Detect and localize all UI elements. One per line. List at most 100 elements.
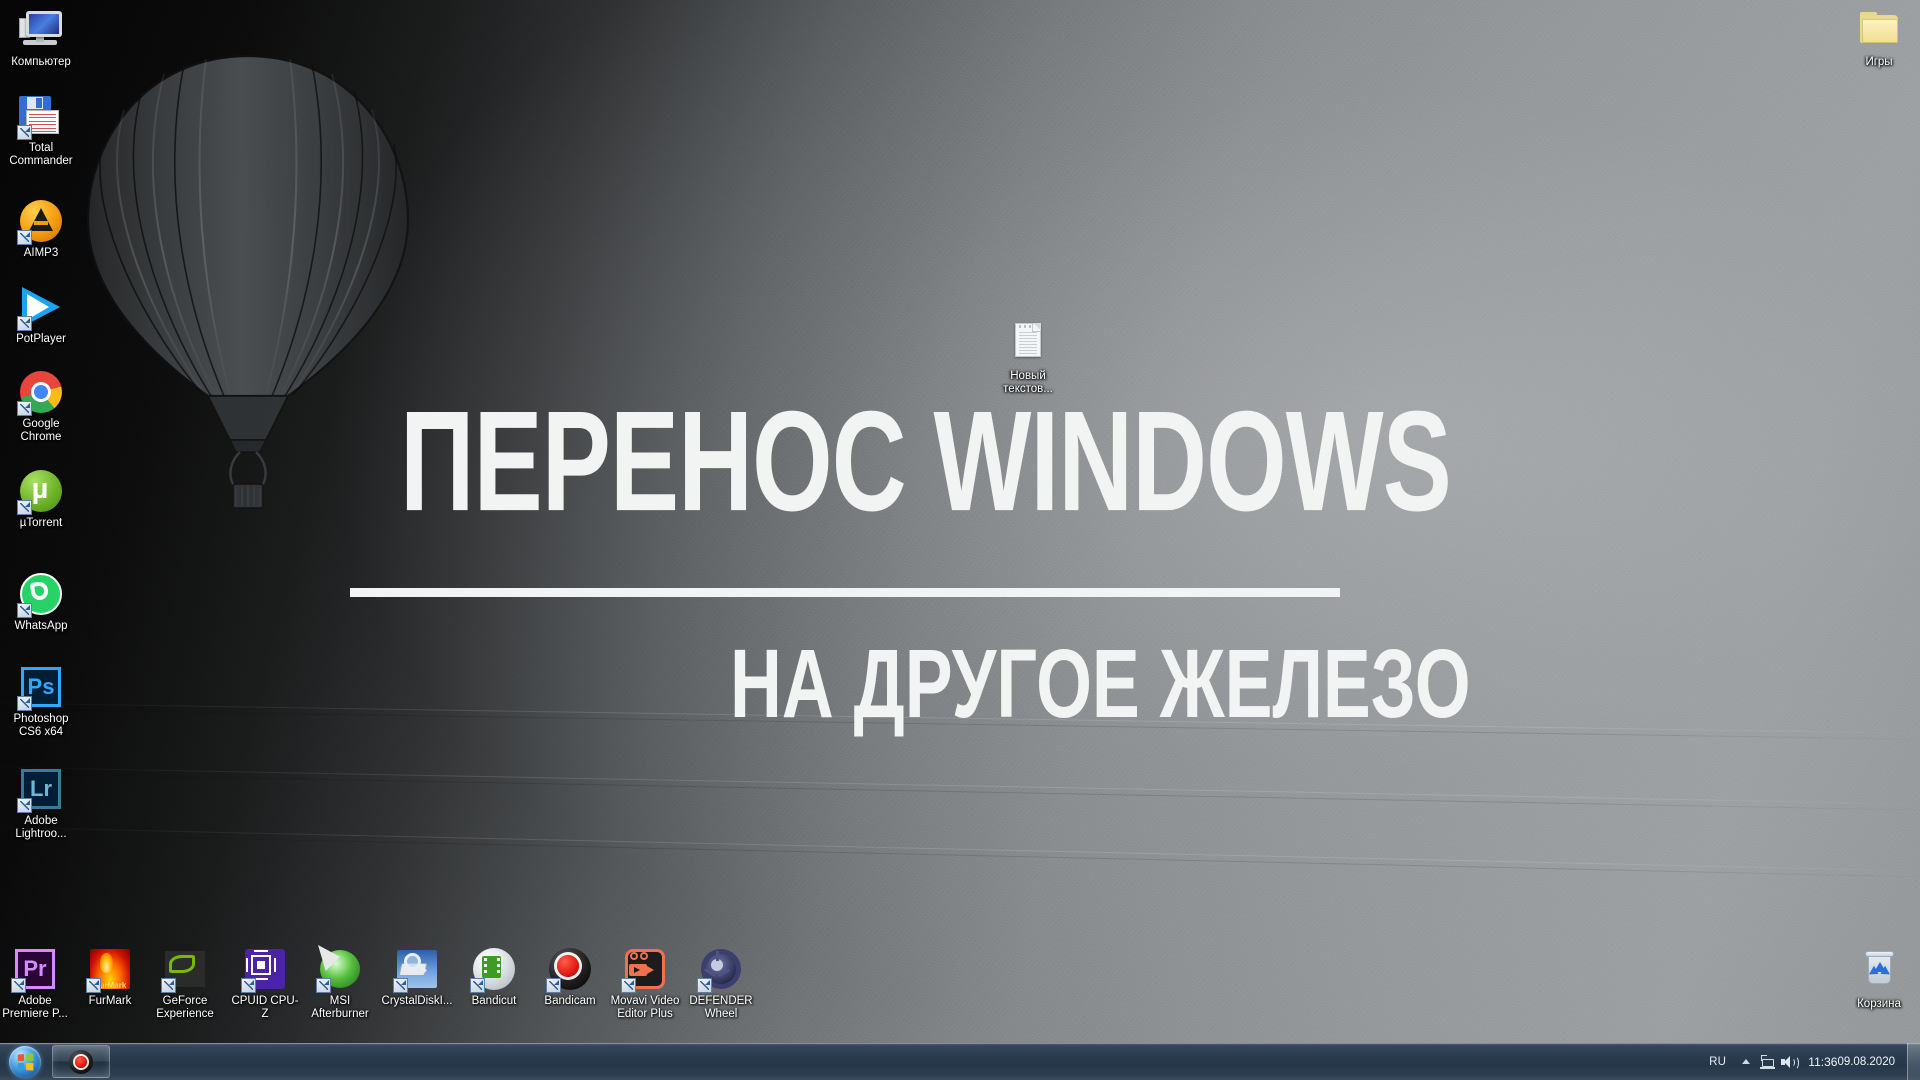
desktop-icon-label: Корзина <box>1857 998 1901 1010</box>
folder-icon <box>1855 6 1903 54</box>
show-desktop-button[interactable] <box>1907 1043 1920 1080</box>
desktop-icon-label: Bandicam <box>544 995 596 1007</box>
shortcut-arrow-icon <box>697 978 712 993</box>
desktop-icon-movavi[interactable]: Movavi Video Editor Plus <box>608 945 682 1020</box>
aimp3-icon <box>17 197 65 245</box>
bandicam-icon <box>546 945 594 993</box>
utorrent-icon: µ <box>17 467 65 515</box>
taskbar[interactable]: RU 11:36 09.08.2020 <box>0 1043 1920 1080</box>
desktop-icon-label: PotPlayer <box>16 333 66 345</box>
language-indicator[interactable]: RU <box>1699 1056 1736 1068</box>
desktop-icon-label: FurMark <box>88 995 132 1007</box>
clock[interactable]: 11:36 09.08.2020 <box>1800 1055 1907 1069</box>
potplayer-icon <box>17 283 65 331</box>
show-hidden-icons-button[interactable] <box>1736 1059 1756 1064</box>
clock-date: 09.08.2020 <box>1837 1055 1895 1068</box>
chevron-up-icon <box>1742 1059 1751 1064</box>
desktop-icon-label: Новый текстов... <box>1003 370 1053 395</box>
shortcut-arrow-icon <box>470 978 485 993</box>
desktop-icon-defender-wheel[interactable]: DEFENDER Wheel <box>684 945 758 1020</box>
shortcut-arrow-icon <box>546 978 561 993</box>
shortcut-arrow-icon <box>17 696 32 711</box>
shortcut-arrow-icon <box>17 500 32 515</box>
desktop-icon-label: DEFENDER Wheel <box>689 995 753 1020</box>
crystaldiskinfo-icon <box>393 945 441 993</box>
desktop-icon-label: Google Chrome <box>20 418 62 443</box>
cpu-z-icon <box>241 945 289 993</box>
shortcut-arrow-icon <box>393 978 408 993</box>
desktop-icon-label: GeForce Experience <box>156 995 214 1020</box>
windows-logo-icon <box>9 1045 41 1078</box>
desktop-icon-crystaldiskinfo[interactable]: CrystalDiskI... <box>380 945 454 1008</box>
desktop-icon-text-document[interactable]: Новый текстов... <box>986 320 1070 395</box>
desktop-icon-lightroom[interactable]: Lr Adobe Lightroo... <box>4 765 78 840</box>
system-tray[interactable]: RU 11:36 09.08.2020 <box>1699 1043 1920 1080</box>
shortcut-arrow-icon <box>621 978 636 993</box>
shortcut-arrow-icon <box>17 230 32 245</box>
furmark-icon: FurMark <box>86 945 134 993</box>
bandicam-icon <box>69 1049 93 1074</box>
defender-wheel-icon <box>697 945 745 993</box>
bandicut-icon <box>470 945 518 993</box>
shortcut-arrow-icon <box>86 978 101 993</box>
desktop-icon-label: WhatsApp <box>14 620 68 632</box>
desktop-icon-geforce-experience[interactable]: GeForce Experience <box>148 945 222 1020</box>
recycle-bin-icon <box>1855 948 1903 996</box>
shortcut-arrow-icon <box>17 316 32 331</box>
whatsapp-icon <box>17 570 65 618</box>
taskbar-button-bandicam[interactable] <box>52 1045 110 1078</box>
desktop-icon-recycle-bin[interactable]: Корзина <box>1842 948 1916 1011</box>
clock-time: 11:36 <box>1808 1054 1838 1069</box>
shortcut-arrow-icon <box>17 798 32 813</box>
desktop-icon-label: CPUID CPU-Z <box>231 995 299 1020</box>
start-button[interactable] <box>2 1044 48 1079</box>
desktop-icon-label: MSI Afterburner <box>311 995 369 1020</box>
computer-icon <box>17 6 65 54</box>
desktop-icon-label: Total Commander <box>9 142 73 167</box>
shortcut-arrow-icon <box>17 125 32 140</box>
desktop-icon-label: Компьютер <box>11 56 71 68</box>
total-commander-icon <box>17 92 65 140</box>
desktop-icon-label: CrystalDiskI... <box>381 995 453 1007</box>
desktop-icon-label: Movavi Video Editor Plus <box>610 995 680 1020</box>
desktop-icon-cpu-z[interactable]: CPUID CPU-Z <box>228 945 302 1020</box>
google-chrome-icon <box>17 368 65 416</box>
premiere-pro-icon: Pr <box>11 945 59 993</box>
network-icon <box>1759 1054 1775 1069</box>
desktop-icon-photoshop[interactable]: Ps Photoshop CS6 x64 <box>4 663 78 738</box>
volume-tray-button[interactable] <box>1778 1043 1800 1080</box>
desktop-icon-games-folder[interactable]: Игры <box>1842 6 1916 69</box>
volume-icon <box>1781 1055 1800 1070</box>
desktop-icon-label: Adobe Premiere P... <box>2 995 68 1020</box>
desktop-icon-google-chrome[interactable]: Google Chrome <box>4 368 78 443</box>
shortcut-arrow-icon <box>241 978 256 993</box>
desktop-icon-whatsapp[interactable]: WhatsApp <box>4 570 78 633</box>
shortcut-arrow-icon <box>17 401 32 416</box>
movavi-icon <box>621 945 669 993</box>
lightroom-icon: Lr <box>17 765 65 813</box>
desktop-icon-label: µTorrent <box>19 517 63 529</box>
desktop-icon-computer[interactable]: Компьютер <box>4 6 78 69</box>
desktop-icon-bandicam[interactable]: Bandicam <box>533 945 607 1008</box>
desktop-icon-premiere-pro[interactable]: Pr Adobe Premiere P... <box>0 945 72 1020</box>
desktop[interactable]: ПЕРЕНОС WINDOWS НА ДРУГОЕ ЖЕЛЕЗО Компьют… <box>0 0 1920 1080</box>
desktop-wallpaper <box>0 0 1920 1080</box>
desktop-icon-aimp3[interactable]: AIMP3 <box>4 197 78 260</box>
desktop-icon-utorrent[interactable]: µ µTorrent <box>4 467 78 530</box>
desktop-icon-label: Bandicut <box>471 995 517 1007</box>
shortcut-arrow-icon <box>161 978 176 993</box>
network-tray-button[interactable] <box>1756 1043 1778 1080</box>
shortcut-arrow-icon <box>316 978 331 993</box>
shortcut-arrow-icon <box>11 978 26 993</box>
desktop-icon-furmark[interactable]: FurMark FurMark <box>73 945 147 1008</box>
photoshop-icon: Ps <box>17 663 65 711</box>
desktop-icon-label: Photoshop CS6 x64 <box>13 713 69 738</box>
desktop-icon-bandicut[interactable]: Bandicut <box>457 945 531 1008</box>
msi-afterburner-icon <box>316 945 364 993</box>
desktop-icon-total-commander[interactable]: Total Commander <box>4 92 78 167</box>
text-document-icon <box>1004 320 1052 368</box>
shortcut-arrow-icon <box>17 603 32 618</box>
desktop-icon-label: Игры <box>1865 56 1893 68</box>
desktop-icon-potplayer[interactable]: PotPlayer <box>4 283 78 346</box>
desktop-icon-msi-afterburner[interactable]: MSI Afterburner <box>303 945 377 1020</box>
